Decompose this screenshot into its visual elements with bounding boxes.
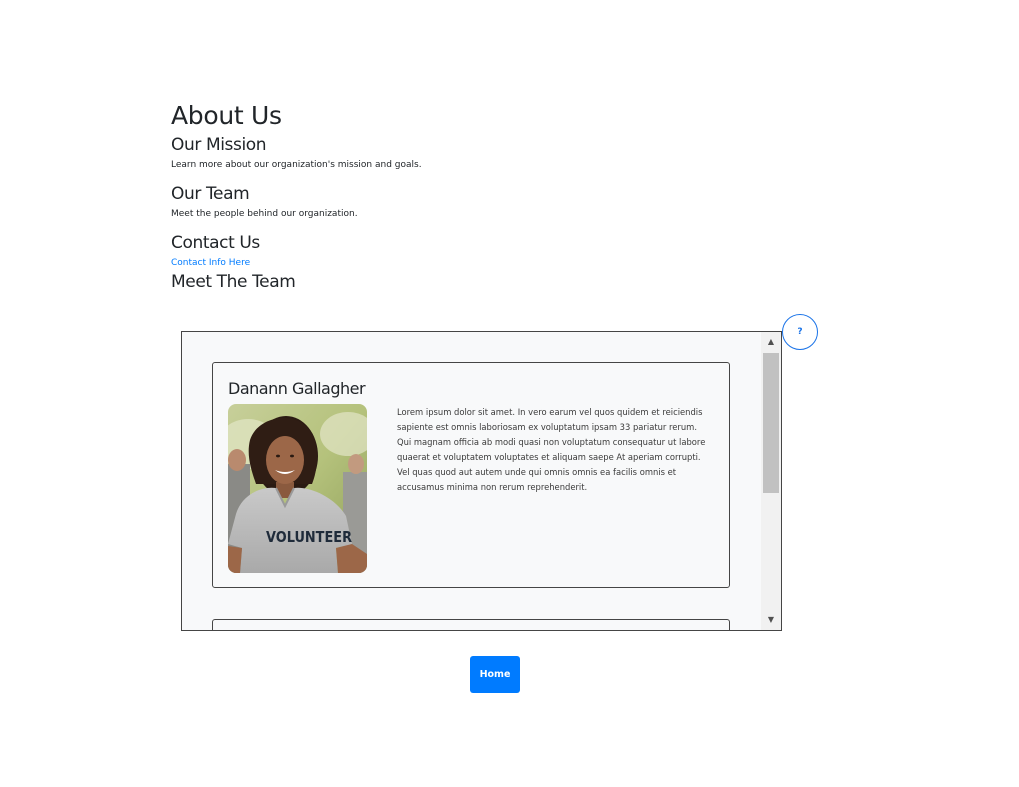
home-button[interactable]: Home: [470, 656, 520, 693]
member-card: Danann Gallagher VOLUNTEER Lorem ipsum d…: [212, 362, 730, 588]
team-list: Danann Gallagher VOLUNTEER Lorem ipsum d…: [182, 332, 761, 630]
meet-team-heading: Meet The Team: [171, 272, 296, 292]
mission-heading: Our Mission: [171, 135, 267, 155]
contact-info-link[interactable]: Contact Info Here: [171, 257, 811, 269]
member-card: [212, 619, 730, 630]
about-content: About Us Our Mission Learn more about ou…: [171, 100, 811, 293]
member-bio: Lorem ipsum dolor sit amet. In vero earu…: [397, 407, 706, 492]
help-button[interactable]: ?: [782, 314, 818, 350]
mission-section: Our Mission Learn more about our organiz…: [171, 134, 811, 171]
member-name: Danann Gallagher: [228, 379, 366, 398]
shirt-text: VOLUNTEER: [266, 528, 352, 546]
scroll-thumb[interactable]: [763, 353, 779, 493]
team-text: Meet the people behind our organization.: [171, 209, 358, 219]
vertical-scrollbar[interactable]: ▲ ▼: [761, 332, 781, 630]
mission-text: Learn more about our organization's miss…: [171, 160, 422, 170]
team-scroll-container[interactable]: Danann Gallagher VOLUNTEER Lorem ipsum d…: [181, 331, 782, 631]
member-photo: VOLUNTEER: [228, 404, 367, 573]
team-section: Our Team Meet the people behind our orga…: [171, 183, 811, 220]
page-title: About Us: [171, 101, 282, 130]
team-heading: Our Team: [171, 184, 250, 204]
contact-section: Contact Us Contact Info Here: [171, 232, 811, 269]
triangle-down-icon[interactable]: ▼: [761, 610, 781, 630]
page: About Us Our Mission Learn more about ou…: [0, 0, 1019, 787]
meet-team-section: Meet The Team: [171, 271, 811, 293]
triangle-up-icon[interactable]: ▲: [761, 332, 781, 352]
contact-heading: Contact Us: [171, 233, 260, 253]
